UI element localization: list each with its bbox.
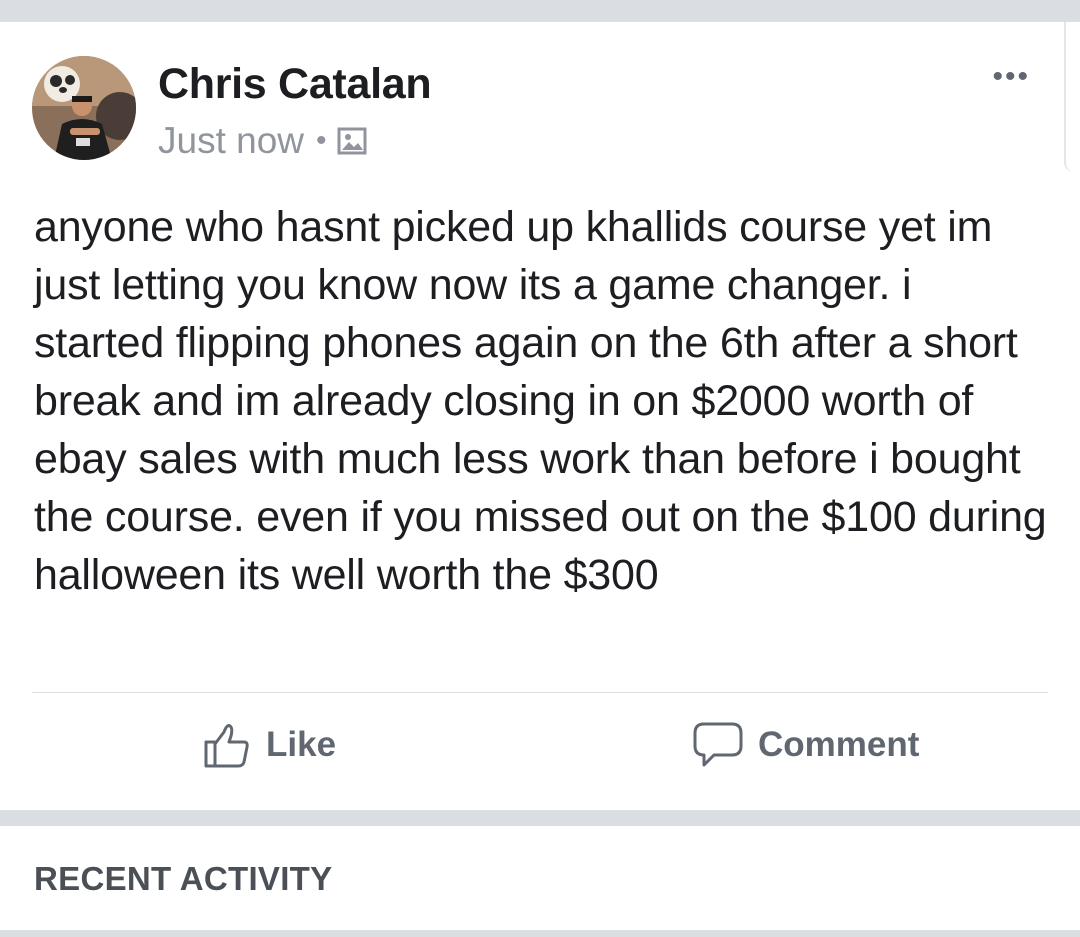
scroll-edge: [1064, 22, 1080, 172]
photo-icon: [337, 127, 367, 155]
comment-button[interactable]: Comment: [692, 720, 919, 770]
recent-activity-section: RECENT ACTIVITY: [0, 826, 1080, 930]
thumbs-up-icon: [202, 720, 266, 770]
post-card: Chris Catalan Just now • ••• anyone who …: [0, 22, 1080, 810]
post-meta: Just now •: [158, 120, 367, 162]
comment-label: Comment: [758, 725, 920, 764]
avatar-image: [32, 56, 136, 160]
more-options-icon[interactable]: •••: [992, 60, 1030, 94]
meta-separator: •: [316, 124, 327, 157]
divider: [32, 692, 1048, 693]
like-button[interactable]: Like: [202, 720, 336, 770]
section-separator: [0, 810, 1080, 826]
bottom-separator: [0, 930, 1080, 937]
author-name[interactable]: Chris Catalan: [158, 60, 432, 109]
top-separator: [0, 0, 1080, 22]
recent-activity-title: RECENT ACTIVITY: [34, 860, 333, 897]
timestamp[interactable]: Just now: [158, 120, 304, 162]
post-body: anyone who hasnt picked up khallids cour…: [34, 203, 1047, 599]
like-label: Like: [266, 725, 337, 764]
comment-bubble-icon: [692, 720, 758, 770]
avatar[interactable]: [32, 56, 136, 160]
